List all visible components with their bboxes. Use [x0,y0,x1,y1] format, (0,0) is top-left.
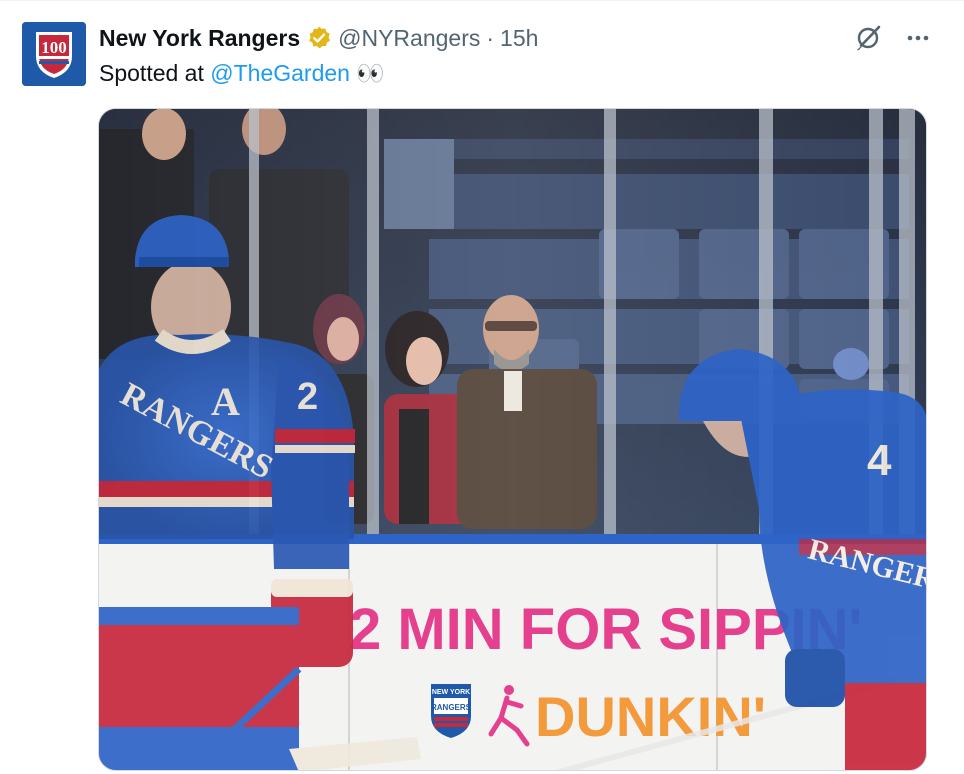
rangers-logo: NEW YORK RANGERS [431,684,472,738]
rangers-logo-bottom: RANGERS [431,703,472,712]
timestamp[interactable]: 15h [500,25,538,52]
hockey-photo: 2 MIN FOR SIPPIN' NEW YORK RANGERS DUNKI… [99,109,926,770]
rangers-logo-top: NEW YORK [432,689,470,696]
rangers-100-logo: 100 [22,22,86,86]
tweet-header: New York Rangers @NYRangers · 15h [99,22,538,54]
separator-dot: · [486,24,495,51]
gold-verified-badge-icon[interactable] [306,25,332,51]
display-name[interactable]: New York Rangers [99,25,300,52]
right-jersey-number: 4 [867,436,892,485]
tweet-photo[interactable]: 2 MIN FOR SIPPIN' NEW YORK RANGERS DUNKI… [98,108,927,771]
dunkin-logo: DUNKIN' [535,685,766,748]
left-jersey-number: 2 [297,376,318,418]
tweet-card[interactable]: 100 New York Rangers @NYRangers · 15h Sp… [0,0,964,774]
tweet-text: Spotted at @TheGarden 👀 [99,58,385,88]
tweet-actions-top [852,22,934,54]
avatar[interactable]: 100 [22,22,86,86]
grok-icon[interactable] [852,22,884,54]
eyes-emoji: 👀 [356,60,385,86]
handle[interactable]: @NYRangers [338,25,480,52]
left-jersey-captain-letter: A [211,379,240,424]
tweet-text-prefix: Spotted at [99,60,204,86]
top-divider [0,0,964,1]
mention-link[interactable]: @TheGarden [210,60,350,86]
avatar-text: 100 [41,38,67,57]
more-icon[interactable] [902,22,934,54]
